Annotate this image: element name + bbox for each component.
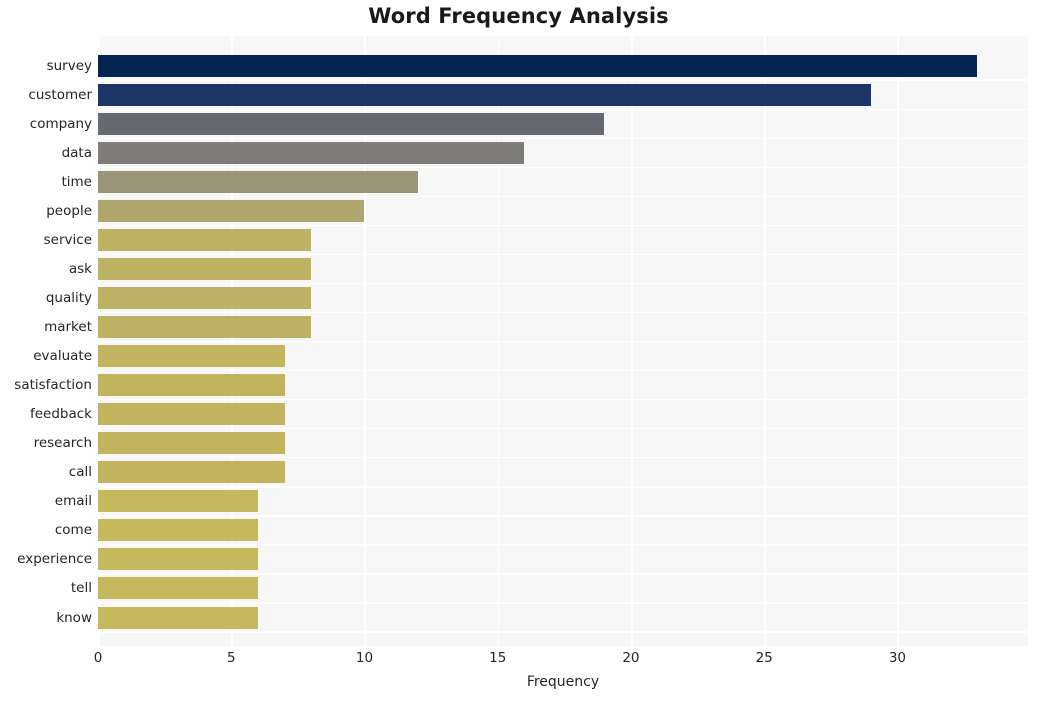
y-tick-label-feedback: feedback <box>29 406 92 423</box>
x-tick-label-15: 15 <box>489 650 507 666</box>
bar-research <box>98 432 285 455</box>
bar-feedback <box>98 403 285 426</box>
bar-service <box>98 228 312 251</box>
bar-market <box>98 316 312 339</box>
bar-time <box>98 170 418 193</box>
x-tick-label-20: 20 <box>622 650 640 666</box>
chart-figure: Word Frequency Analysis survey customer co… <box>0 0 1037 701</box>
bar-people <box>98 199 365 222</box>
y-tick-label-survey: survey <box>46 57 92 74</box>
bar-survey <box>98 54 978 77</box>
y-tick-label-call: call <box>68 464 92 481</box>
y-tick-label-ask: ask <box>68 260 92 277</box>
y-tick-label-research: research <box>33 435 92 452</box>
y-tick-label-satisfaction: satisfaction <box>14 377 92 394</box>
bar-ask <box>98 257 312 280</box>
y-tick-label-service: service <box>43 231 92 248</box>
y-tick-label-company: company <box>29 115 92 132</box>
x-tick-label-0: 0 <box>93 650 103 666</box>
bar-experience <box>98 548 258 571</box>
plot-area <box>98 36 1028 646</box>
y-tick-label-quality: quality <box>45 290 92 306</box>
bar-know <box>98 606 258 629</box>
x-tick-label-10: 10 <box>355 650 374 666</box>
chart-title: Word Frequency Analysis <box>368 4 669 28</box>
bar-come <box>98 519 258 542</box>
bar-satisfaction <box>98 374 285 397</box>
y-tick-label-time: time <box>61 173 92 190</box>
bar-quality <box>98 287 312 309</box>
y-tick-label-email: email <box>54 493 92 510</box>
y-tick-label-experience: experience <box>17 551 92 568</box>
y-tick-label-people: people <box>46 202 92 219</box>
bar-call <box>98 461 285 484</box>
y-axis-tick-labels: survey customer company data time people servi… <box>0 36 92 646</box>
bar-tell <box>98 577 258 600</box>
y-tick-label-data: data <box>61 144 92 161</box>
x-tick-label-30: 30 <box>888 650 907 666</box>
x-tick-label-5: 5 <box>226 650 236 666</box>
y-tick-label-tell: tell <box>70 580 92 597</box>
x-axis-tick-labels: 0 5 10 15 20 25 30 <box>0 650 1037 672</box>
bar-evaluate <box>98 345 285 368</box>
y-tick-label-market: market <box>44 319 92 336</box>
bar-email <box>98 490 258 513</box>
bar-company <box>98 112 605 135</box>
bars-layer <box>98 36 1028 646</box>
y-tick-label-come: come <box>54 522 92 539</box>
x-axis-title: Frequency <box>526 674 600 690</box>
y-tick-label-know: know <box>56 609 92 626</box>
bar-customer <box>98 83 871 106</box>
bar-data <box>98 141 525 164</box>
y-tick-label-evaluate: evaluate <box>33 348 92 365</box>
y-tick-label-customer: customer <box>28 86 92 103</box>
x-tick-label-25: 25 <box>755 650 773 666</box>
